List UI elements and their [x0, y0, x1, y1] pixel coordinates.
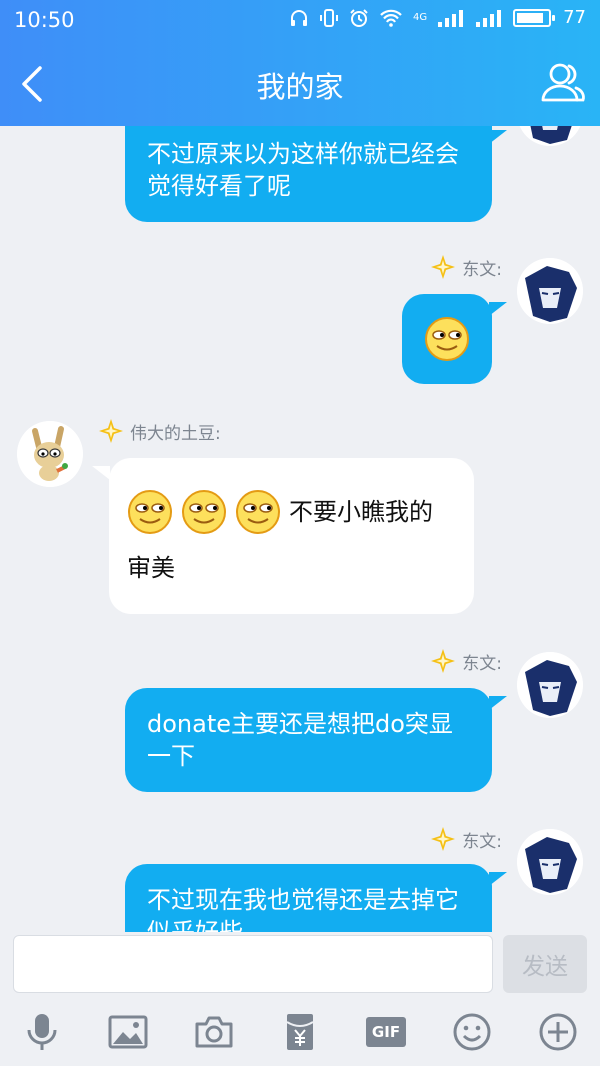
- status-bar: 10:50 4G 77: [0, 0, 600, 40]
- message-bubble-4[interactable]: donate主要还是想把do突显一下: [125, 688, 492, 792]
- message-text: donate主要还是想把do突显一下: [147, 710, 453, 770]
- avatar-dongwen[interactable]: [517, 258, 583, 324]
- sender-name: 东文:: [430, 254, 502, 280]
- bubble-tail: [92, 466, 110, 480]
- message-text-continued: 审美: [127, 554, 175, 582]
- message-bubble-1[interactable]: 不过原来以为这样你就已经会觉得好看了呢: [125, 126, 492, 222]
- smirk-emoji-icon: [425, 317, 469, 361]
- avatar-dongwen[interactable]: [517, 829, 583, 895]
- message-bubble-5[interactable]: 不过现在我也觉得还是去掉它似乎好些: [125, 864, 492, 932]
- star-badge-icon: [431, 255, 456, 279]
- star-badge-icon: [431, 649, 456, 673]
- app-header: 10:50 4G 77 我的家: [0, 0, 600, 126]
- message-input[interactable]: [13, 935, 493, 993]
- wifi-icon: [380, 9, 402, 27]
- chat-area[interactable]: 不过原来以为这样你就已经会觉得好看了呢 东文: 伟大的土豆: 不要小瞧我的 审美…: [0, 126, 600, 932]
- battery-percent: 77: [563, 7, 586, 28]
- message-text: 不过现在我也觉得还是去掉它似乎好些: [147, 886, 459, 932]
- page-title: 我的家: [256, 70, 344, 104]
- network-type-label: 4G: [412, 12, 428, 23]
- plus-icon[interactable]: [538, 1012, 578, 1052]
- sender-name: 东文:: [430, 648, 502, 674]
- sender-name: 东文:: [430, 826, 502, 852]
- alarm-icon: [350, 8, 368, 27]
- emoji-icon[interactable]: [452, 1012, 492, 1052]
- input-bar: 发送: [0, 932, 600, 996]
- camera-icon[interactable]: [194, 1012, 234, 1052]
- star-badge-icon: [431, 827, 456, 851]
- avatar-potato[interactable]: [17, 421, 83, 487]
- toolbar: GIF: [0, 996, 600, 1066]
- send-button[interactable]: 发送: [503, 935, 587, 993]
- message-text: 不要小瞧我的: [289, 498, 433, 526]
- smirk-emoji-icon: [236, 490, 280, 534]
- smirk-emoji-icon: [182, 490, 226, 534]
- star-badge-icon: [99, 419, 123, 443]
- gif-icon[interactable]: GIF: [366, 1012, 406, 1052]
- message-bubble-3[interactable]: 不要小瞧我的 审美: [109, 458, 474, 614]
- status-time: 10:50: [14, 8, 75, 32]
- smirk-emoji-icon: [128, 490, 172, 534]
- battery-icon: [513, 8, 556, 27]
- microphone-icon[interactable]: [22, 1012, 62, 1052]
- group-members-icon[interactable]: [540, 60, 586, 106]
- image-icon[interactable]: [108, 1012, 148, 1052]
- signal-icon-2: [476, 9, 502, 27]
- vibrate-icon: [319, 8, 338, 27]
- message-bubble-2[interactable]: [402, 294, 492, 384]
- avatar-dongwen[interactable]: [517, 652, 583, 718]
- sender-name: 伟大的土豆:: [98, 418, 221, 444]
- status-icons: 4G 77: [289, 7, 586, 28]
- red-packet-icon[interactable]: [280, 1012, 320, 1052]
- message-text: 不过原来以为这样你就已经会觉得好看了呢: [147, 140, 459, 200]
- headphones-icon: [290, 9, 307, 26]
- signal-icon: [438, 9, 464, 27]
- avatar-dongwen[interactable]: [517, 126, 583, 146]
